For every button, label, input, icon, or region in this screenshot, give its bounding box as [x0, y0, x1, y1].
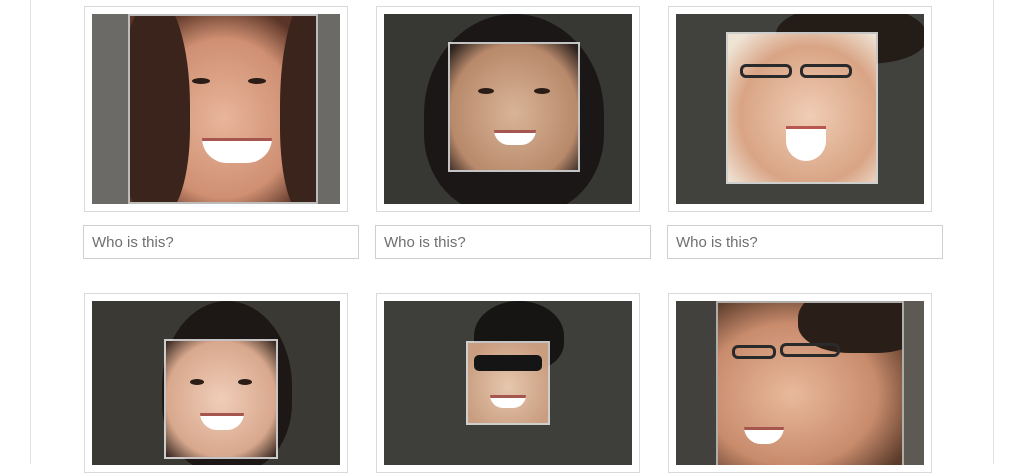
face-selection-box[interactable]: [448, 42, 580, 172]
face-selection-box[interactable]: [128, 14, 318, 204]
tag-name-input[interactable]: Who is this?: [375, 225, 651, 259]
photo: [676, 14, 924, 204]
face-selection-box[interactable]: [466, 341, 550, 425]
photo: [384, 14, 632, 204]
face-selection-box[interactable]: [716, 301, 904, 465]
photo-card[interactable]: [376, 293, 640, 473]
face-selection-box[interactable]: [164, 339, 278, 459]
photo: [92, 14, 340, 204]
photo-card[interactable]: [376, 6, 640, 212]
photo-card[interactable]: [84, 6, 348, 212]
face-selection-box[interactable]: [726, 32, 878, 184]
photo-tagging-panel: Who is this? Who is this? Who is this?: [30, 0, 994, 473]
photo-card[interactable]: [668, 6, 932, 212]
tag-name-input[interactable]: Who is this?: [83, 225, 359, 259]
photo: [92, 301, 340, 465]
photo: [676, 301, 924, 465]
photo-card[interactable]: [668, 293, 932, 473]
photo: [384, 301, 632, 465]
tag-name-input[interactable]: Who is this?: [667, 225, 943, 259]
photo-card[interactable]: [84, 293, 348, 473]
